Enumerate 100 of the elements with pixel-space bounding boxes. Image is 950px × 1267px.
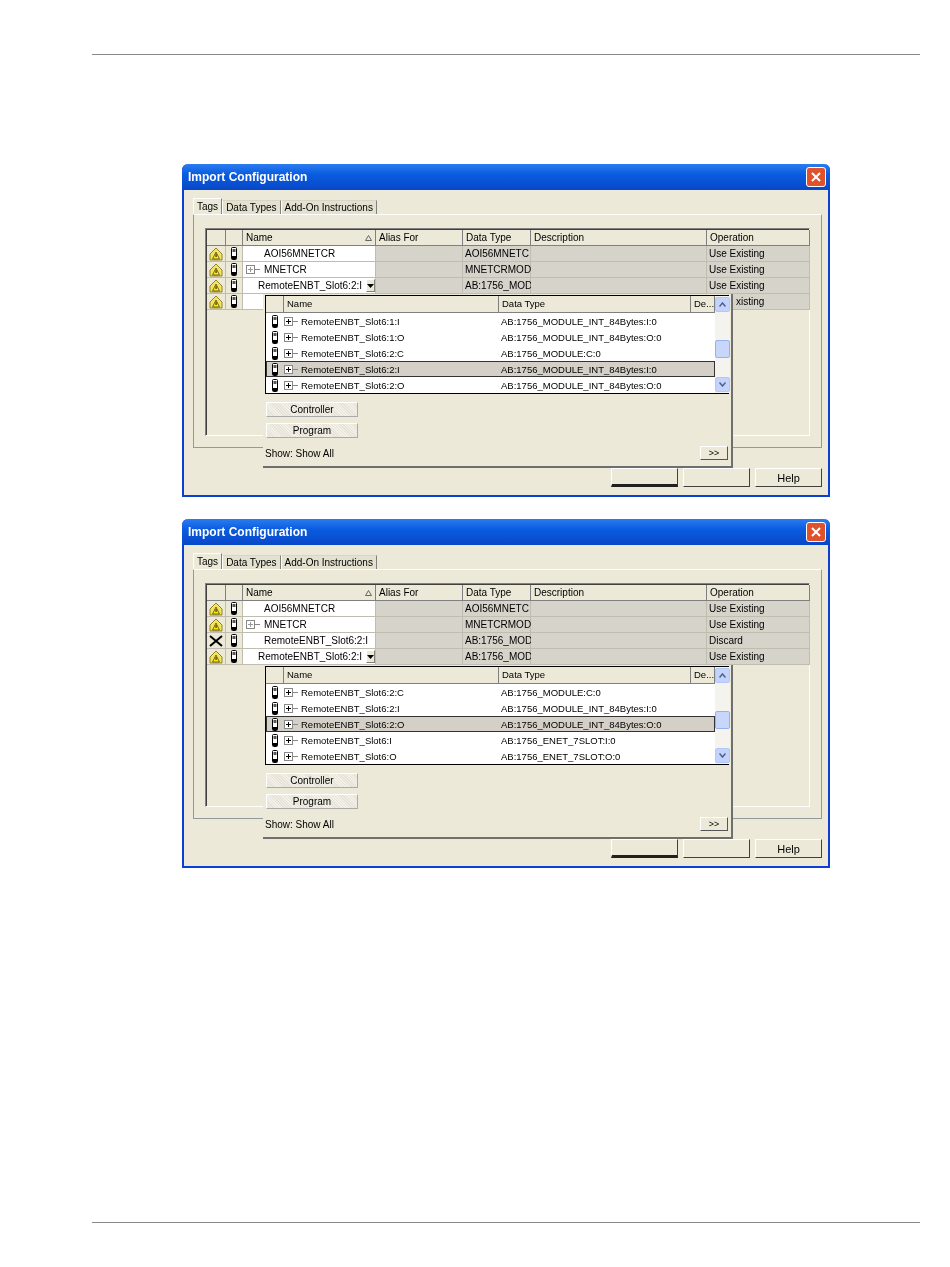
column-header[interactable]: Operation	[707, 230, 810, 246]
name-cell: RemoteENBT_Slot6:2:I	[243, 633, 376, 649]
warning-icon	[209, 246, 223, 261]
dropdown-button[interactable]	[366, 279, 375, 292]
tab[interactable]: Add-On Instructions	[280, 555, 377, 569]
device-icon	[231, 247, 237, 260]
scroll-thumb[interactable]	[715, 339, 730, 358]
tab[interactable]: Add-On Instructions	[280, 200, 377, 214]
column-header[interactable]: Description	[531, 230, 707, 246]
tag-list-row[interactable]: RemoteENBT_Slot6:2:C AB:1756_MODULE:C:0	[266, 345, 715, 361]
device-icon	[231, 295, 237, 308]
caret-icon	[367, 654, 374, 659]
more-button[interactable]: >>	[700, 446, 728, 460]
scroll-up-button[interactable]	[715, 297, 730, 312]
scroll-thumb[interactable]	[715, 710, 730, 729]
warning-icon	[209, 649, 223, 664]
warning-icon	[209, 601, 223, 616]
scroll-down-button[interactable]	[715, 377, 730, 392]
dialog-button[interactable]	[683, 468, 750, 487]
filter-label: Show: Show All	[265, 447, 334, 459]
scroll-up-button[interactable]	[715, 668, 730, 683]
scope-button[interactable]: Program	[266, 794, 358, 809]
column-header[interactable]: Alias For	[376, 230, 463, 246]
help-button[interactable]: Help	[755, 468, 822, 487]
expand-icon[interactable]	[284, 751, 298, 761]
scope-button[interactable]: Program	[266, 423, 358, 438]
device-icon	[272, 685, 278, 699]
name-cell: AOI56MNETCR	[243, 246, 376, 262]
tag-list-row[interactable]: RemoteENBT_Slot6:2:I AB:1756_MODULE_INT_84Bytes:I:0	[266, 700, 715, 716]
expand-icon[interactable]	[284, 703, 298, 713]
table-cell: AB:1756_MOD	[463, 278, 531, 294]
device-icon	[231, 279, 237, 292]
device-icon	[272, 701, 278, 715]
close-icon	[811, 172, 821, 182]
dialog-button[interactable]	[611, 839, 678, 858]
scope-button[interactable]: Controller	[266, 402, 358, 417]
column-header[interactable]: Data Type	[499, 667, 691, 683]
scrollbar[interactable]	[715, 296, 730, 393]
column-header[interactable]: Data Type	[463, 230, 531, 246]
tag-list-row[interactable]: RemoteENBT_Slot6:1:O AB:1756_MODULE_INT_84Bytes:O:0	[266, 329, 715, 345]
name-cell: RemoteENBT_Slot6:2:I	[243, 649, 376, 665]
device-icon	[272, 346, 278, 360]
expand-icon[interactable]	[284, 719, 298, 729]
warning-icon	[209, 262, 223, 277]
table-cell: Use Existing	[707, 601, 810, 617]
tag-list-row[interactable]: RemoteENBT_Slot6:I AB:1756_ENET_7SLOT:I:0	[266, 732, 715, 748]
device-icon	[272, 330, 278, 344]
column-header[interactable]: Data Type	[463, 585, 531, 601]
warning-icon	[209, 294, 223, 309]
device-icon	[272, 733, 278, 747]
expand-icon[interactable]	[284, 332, 298, 342]
expand-icon[interactable]	[284, 364, 298, 374]
dialog-button[interactable]	[611, 468, 678, 487]
column-header[interactable]: Name	[284, 296, 499, 312]
tag-list-row[interactable]: RemoteENBT_Slot6:O AB:1756_ENET_7SLOT:O:0	[266, 748, 715, 764]
tag-list-row[interactable]: RemoteENBT_Slot6:2:C AB:1756_MODULE:C:0	[266, 684, 715, 700]
table-cell: AB:1756_MOD	[463, 633, 531, 649]
tag-list-row[interactable]: RemoteENBT_Slot6:2:I AB:1756_MODULE_INT_84Bytes:I:0	[266, 361, 715, 377]
device-icon	[231, 634, 237, 647]
warning-icon	[209, 278, 223, 293]
discard-icon	[209, 634, 223, 647]
expand-icon[interactable]	[284, 687, 298, 697]
expand-icon[interactable]	[284, 380, 298, 390]
scrollbar[interactable]	[715, 667, 730, 764]
dropdown-button[interactable]	[366, 650, 375, 663]
close-button[interactable]	[806, 167, 826, 187]
table-cell: Use Existing	[707, 278, 810, 294]
filter-label: Show: Show All	[265, 818, 334, 830]
name-cell: MNETCR	[243, 617, 376, 633]
column-header[interactable]: Name	[243, 585, 376, 601]
device-icon	[272, 362, 278, 376]
dialog-button[interactable]	[683, 839, 750, 858]
scroll-down-button[interactable]	[715, 748, 730, 763]
column-header[interactable]: Name	[243, 230, 376, 246]
device-icon	[231, 650, 237, 663]
tab[interactable]: Data Types	[222, 555, 281, 569]
scope-button[interactable]: Controller	[266, 773, 358, 788]
column-header[interactable]: Operation	[707, 585, 810, 601]
column-header[interactable]: Data Type	[499, 296, 691, 312]
name-cell: RemoteENBT_Slot6:2:I	[243, 278, 376, 294]
window-title: Import Configuration	[188, 525, 308, 539]
table-cell: Use Existing	[707, 649, 810, 665]
expand-icon[interactable]	[284, 316, 298, 326]
more-button[interactable]: >>	[700, 817, 728, 831]
column-header[interactable]: Name	[284, 667, 499, 683]
expand-icon[interactable]	[284, 348, 298, 358]
tag-list-row[interactable]: RemoteENBT_Slot6:2:O AB:1756_MODULE_INT_84Bytes:O:0	[266, 716, 715, 732]
help-button[interactable]: Help	[755, 839, 822, 858]
warning-icon	[209, 617, 223, 632]
tag-list-row[interactable]: RemoteENBT_Slot6:2:O AB:1756_MODULE_INT_84Bytes:O:0	[266, 377, 715, 393]
tag-list-row[interactable]: RemoteENBT_Slot6:1:I AB:1756_MODULE_INT_84Bytes:I:0	[266, 313, 715, 329]
table-cell: MNETCRMOD	[463, 617, 531, 633]
expand-icon[interactable]	[284, 735, 298, 745]
device-icon	[231, 263, 237, 276]
column-header[interactable]: Description	[531, 585, 707, 601]
tab[interactable]: Data Types	[222, 200, 281, 214]
tab[interactable]: Tags	[193, 553, 223, 569]
close-button[interactable]	[806, 522, 826, 542]
tab[interactable]: Tags	[193, 198, 223, 214]
column-header[interactable]: Alias For	[376, 585, 463, 601]
